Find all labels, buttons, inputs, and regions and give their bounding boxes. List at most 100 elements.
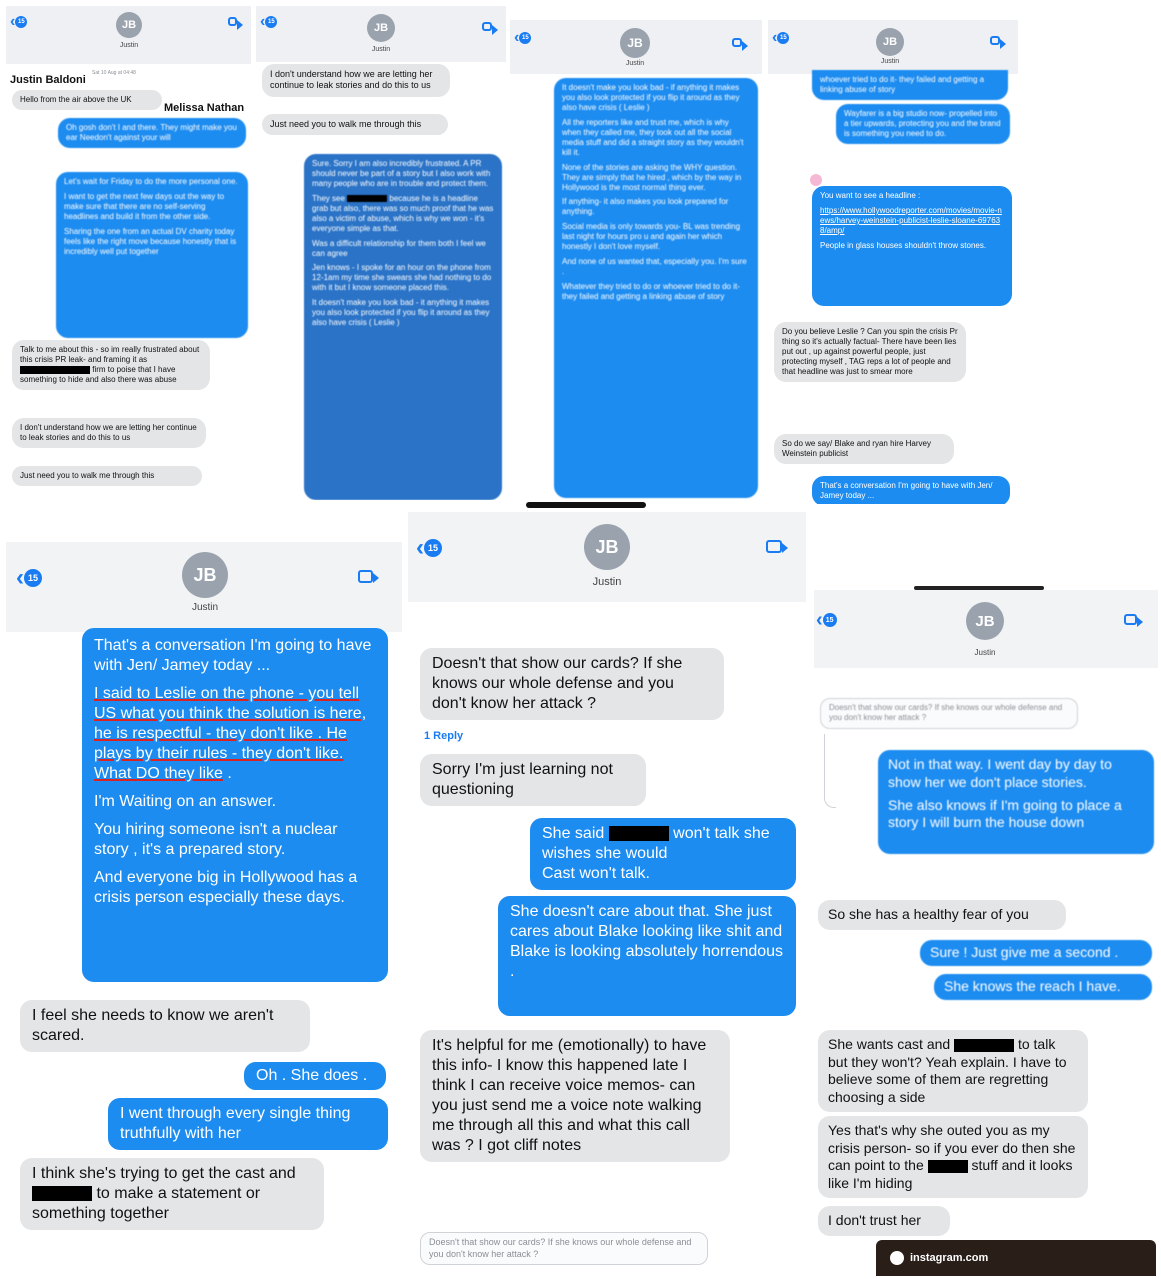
redaction-block	[608, 826, 669, 842]
redaction-block	[20, 366, 90, 374]
screenshot-panel-6: ‹ 15 JB Justin Doesn't that show our car…	[408, 512, 806, 1272]
message-paragraph: That's a conversation I'm going to have …	[94, 637, 372, 674]
recipient-label: Melissa Nathan	[164, 102, 245, 114]
message-paragraph: Cast won't talk.	[542, 865, 650, 882]
contact-name[interactable]: Justin	[867, 58, 913, 65]
message-text: Talk to me about this - so im really fru…	[20, 345, 200, 364]
screenshot-panel-7: ‹ 15 JB Justin Doesn't that show our car…	[814, 584, 1158, 1276]
message-bubble: So she has a healthy fear of you	[818, 900, 1066, 930]
back-button[interactable]: ‹ 15	[772, 30, 790, 46]
screenshot-panel-1: ‹ 15 JB Justin Justin Baldoni Sat 10 Aug…	[6, 6, 251, 500]
message-paragraph: Whatever they tried to do or whoever tri…	[562, 281, 740, 301]
unread-badge: 15	[265, 16, 278, 28]
avatar[interactable]: JB	[584, 524, 630, 570]
contact-name[interactable]: Justin	[576, 576, 638, 588]
avatar[interactable]: JB	[876, 28, 904, 56]
back-button[interactable]: ‹ 15	[16, 566, 42, 590]
video-call-icon[interactable]	[482, 22, 498, 35]
message-paragraph: Sharing the one from an actual DV charit…	[64, 226, 237, 256]
contact-name[interactable]: Justin	[358, 46, 404, 53]
message-paragraph: It doesn't make you look bad - it anythi…	[312, 298, 490, 328]
conversation-header: ‹ 15 JB Justin	[6, 6, 251, 64]
contact-name[interactable]: Justin	[106, 42, 152, 49]
message-bubble: It doesn't make you look bad - if anythi…	[554, 78, 758, 498]
redaction-block	[32, 1186, 92, 1202]
message-paragraph: She also knows if I'm going to place a s…	[888, 796, 1122, 831]
message-bubble: Oh . She does .	[244, 1062, 386, 1090]
contact-name[interactable]: Justin	[612, 60, 658, 67]
avatar[interactable]: JB	[966, 602, 1004, 640]
message-paragraph: Not in that way. I went day by day to sh…	[888, 756, 1112, 790]
back-button[interactable]: ‹ 15	[260, 14, 278, 30]
unread-badge: 15	[15, 16, 28, 28]
back-button[interactable]: ‹ 15	[514, 30, 532, 46]
video-call-icon[interactable]	[228, 17, 243, 30]
message-paragraph: Jen knows - I spoke for an hour on the p…	[312, 263, 492, 293]
back-button[interactable]: ‹ 15	[416, 536, 442, 560]
contact-name[interactable]: Justin	[174, 602, 236, 613]
chevron-left-icon: ‹	[816, 609, 823, 631]
screenshot-panel-3: ‹ 15 JB Justin It doesn't make you look …	[510, 20, 762, 510]
redaction-block	[347, 194, 388, 203]
message-bubble: She doesn't care about that. She just ca…	[498, 896, 796, 1016]
message-paragraph: Was a difficult relationship for them bo…	[312, 238, 486, 258]
avatar[interactable]: JB	[182, 552, 228, 598]
message-paragraph: If anything- it also makes you look prep…	[562, 197, 729, 217]
message-bubble: That's a conversation I'm going to have …	[82, 628, 388, 982]
back-button[interactable]: ‹ 15	[816, 610, 837, 630]
message-bubble: Oh gosh don't I and there. They might ma…	[58, 118, 246, 148]
message-paragraph: You want to see a headline :	[820, 191, 921, 200]
message-bubble: Talk to me about this - so im really fru…	[12, 340, 210, 390]
avatar[interactable]: JB	[116, 12, 142, 38]
instagram-icon	[890, 1251, 904, 1265]
message-bubble: Doesn't that show our cards? If she know…	[420, 648, 724, 720]
video-call-icon[interactable]	[990, 36, 1006, 49]
quoted-message[interactable]: Doesn't that show our cards? If she know…	[420, 1232, 708, 1266]
message-bubble: You want to see a headline : https://www…	[812, 186, 1012, 306]
message-text: I think she's trying to get the cast and	[32, 1165, 296, 1182]
chevron-left-icon: ‹	[16, 564, 24, 591]
video-call-icon[interactable]	[358, 570, 379, 583]
message-paragraph: I said to Leslie on the phone - you tell…	[94, 684, 376, 784]
message-text: She said	[542, 825, 605, 842]
avatar[interactable]: JB	[367, 14, 395, 42]
conversation-header: ‹ 15 JB Justin	[408, 512, 806, 602]
message-bubble: So do we say/ Blake and ryan hire Harvey…	[774, 434, 954, 464]
sender-label: Justin Baldoni	[10, 74, 86, 86]
video-call-icon[interactable]	[1124, 614, 1143, 627]
message-paragraph: Sure. Sorry I am also incredibly frustra…	[312, 159, 491, 188]
back-button[interactable]: ‹ 15	[10, 14, 28, 30]
home-indicator	[526, 502, 646, 508]
unread-badge: 15	[822, 613, 837, 627]
chevron-left-icon: ‹	[416, 534, 424, 561]
message-bubble: Just need you to walk me through this	[12, 466, 202, 486]
redaction-block	[954, 1038, 1015, 1052]
message-paragraph: They see because he is a headline grab b…	[312, 194, 494, 234]
message-bubble: I feel she needs to know we aren't scare…	[20, 1000, 310, 1052]
unread-badge: 15	[519, 32, 532, 44]
screenshot-panel-4: ‹ 15 JB Justin whoever tried to do it- t…	[768, 20, 1018, 504]
screenshot-panel-5: ‹ 15 JB Justin That's a conversation I'm…	[6, 532, 402, 1260]
message-bubble: Not in that way. I went day by day to sh…	[878, 750, 1154, 854]
message-text: They see	[312, 193, 345, 203]
article-link[interactable]: https://www.hollywoodreporter.com/movies…	[820, 206, 1004, 236]
redaction-block	[927, 1159, 968, 1173]
message-bubble: Let's wait for Friday to do the more per…	[56, 172, 248, 338]
message-bubble: whoever tried to do it- they failed and …	[812, 70, 1008, 100]
message-paragraph: Social media is only towards you- BL was…	[562, 222, 741, 252]
message-bubble: Just need you to walk me through this	[262, 114, 448, 136]
message-bubble: It's helpful for me (emotionally) to hav…	[420, 1030, 730, 1162]
screenshot-panel-2: ‹ 15 JB Justin I don't understand how we…	[256, 6, 506, 500]
message-bubble: Sure ! Just give me a second .	[920, 940, 1152, 966]
video-call-icon[interactable]	[766, 540, 788, 553]
message-paragraph: I'm Waiting on an answer.	[94, 793, 277, 810]
message-paragraph: None of the stories are asking the WHY q…	[562, 162, 742, 192]
reaction-icon	[810, 174, 822, 186]
quoted-message[interactable]: Doesn't that show our cards? If she know…	[820, 698, 1078, 729]
video-call-icon[interactable]	[732, 38, 748, 51]
reply-count-link[interactable]: 1 Reply	[424, 730, 463, 742]
message-paragraph: And none of us wanted that, especially y…	[562, 256, 747, 276]
avatar[interactable]: JB	[620, 28, 650, 58]
message-paragraph: And everyone big in Hollywood has a cris…	[94, 869, 358, 906]
contact-name[interactable]: Justin	[960, 648, 1010, 657]
